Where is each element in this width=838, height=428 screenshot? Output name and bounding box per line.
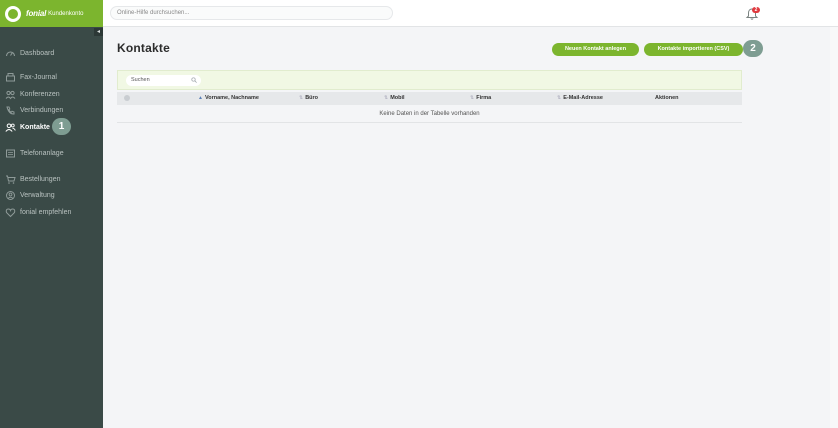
sort-icon: ⇅ (384, 95, 389, 101)
table-empty-message: Keine Daten in der Tabelle vorhanden (117, 105, 742, 123)
new-contact-button[interactable]: Neuen Kontakt anlegen (552, 43, 639, 56)
sidebar-item-label: Kontakte (20, 123, 50, 131)
top-bar: fonial Kundenkonto Online-Hilfe durchsuc… (0, 0, 838, 27)
import-csv-button[interactable]: Kontakte importieren (CSV) (644, 43, 743, 56)
table-search-input[interactable]: Suchen (126, 75, 201, 86)
column-header-firma[interactable]: ⇅ Firma (470, 92, 491, 105)
select-all-checkbox[interactable] (124, 95, 130, 101)
brand-logo[interactable]: fonial Kundenkonto (0, 0, 103, 27)
table-search-placeholder: Suchen (131, 77, 150, 83)
sidebar-item-fax-journal[interactable]: Fax-Journal (0, 70, 103, 84)
phone-icon (5, 105, 16, 116)
page-title: Kontakte (117, 41, 170, 55)
fonial-logo-icon (5, 5, 21, 22)
sidebar-item-label: Fax-Journal (20, 73, 57, 81)
sidebar-item-fonial-empfehlen[interactable]: fonial empfehlen (0, 205, 103, 219)
cart-icon (5, 174, 16, 185)
sidebar-item-label: Bestellungen (20, 175, 61, 183)
notification-badge: 2 (752, 7, 760, 13)
sidebar-item-verwaltung[interactable]: Verwaltung (0, 188, 103, 202)
fax-icon (5, 72, 16, 83)
column-header-mobil[interactable]: ⇅ Mobil (384, 92, 405, 105)
column-header-name[interactable]: ▲ Vorname, Nachname (198, 92, 259, 105)
conference-icon (5, 89, 16, 100)
sort-icon: ⇅ (557, 95, 562, 101)
column-header-buero[interactable]: ⇅ Büro (299, 92, 318, 105)
search-icon (191, 77, 197, 83)
sidebar-item-label: Telefonanlage (20, 149, 64, 157)
brand-subtitle: Kundenkonto (48, 10, 84, 17)
dashboard-icon (5, 48, 16, 59)
sidebar-collapse-button[interactable]: ◂ (94, 28, 103, 36)
sort-icon: ⇅ (299, 95, 304, 101)
admin-icon (5, 190, 16, 201)
sidebar-item-label: fonial empfehlen (20, 208, 72, 216)
sort-ascending-icon: ▲ (198, 95, 203, 101)
sidebar-item-label: Verbindungen (20, 106, 64, 114)
column-header-aktionen: Aktionen (655, 95, 679, 101)
sidebar-item-label: Verwaltung (20, 191, 55, 199)
sidebar-item-label: Dashboard (20, 49, 55, 57)
scrollbar[interactable] (830, 27, 838, 428)
sidebar-item-telefonanlage[interactable]: Telefonanlage (0, 146, 103, 160)
help-search-input[interactable]: Online-Hilfe durchsuchen... (110, 6, 393, 20)
step-badge-2: 2 (743, 40, 763, 57)
sidebar-item-konferenzen[interactable]: Konferenzen (0, 87, 103, 101)
table-search-bar: Suchen (117, 70, 742, 90)
brand-name: fonial (26, 9, 47, 18)
pbx-icon (5, 148, 16, 159)
sidebar-item-bestellungen[interactable]: Bestellungen (0, 172, 103, 186)
sidebar-item-label: Konferenzen (20, 90, 60, 98)
contacts-icon (5, 122, 16, 133)
column-header-email[interactable]: ⇅ E-Mail-Adresse (557, 92, 603, 105)
sort-icon: ⇅ (470, 95, 475, 101)
sidebar-item-verbindungen[interactable]: Verbindungen (0, 103, 103, 117)
recommend-icon (5, 207, 16, 218)
table-header: ▲ Vorname, Nachname ⇅ Büro ⇅ Mobil ⇅ Firma ⇅… (117, 92, 742, 105)
step-badge-1: 1 (52, 118, 71, 135)
sidebar-item-dashboard[interactable]: Dashboard (0, 46, 103, 60)
